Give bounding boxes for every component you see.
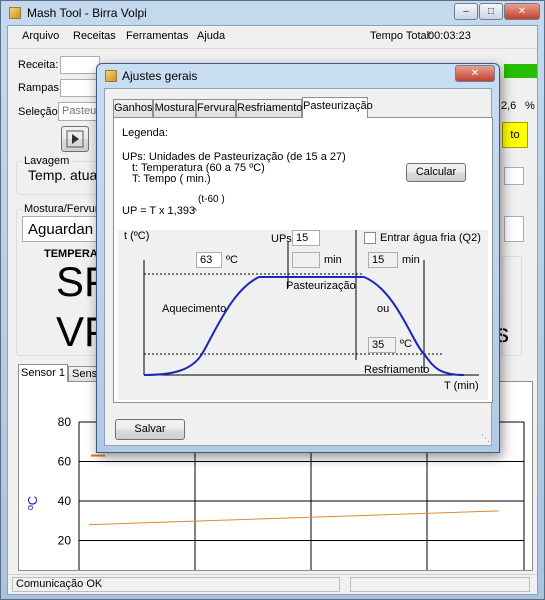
aquecimento-label: Aquecimento (162, 303, 227, 315)
percent-unit: % (525, 100, 535, 112)
tab-pasteurizacao[interactable]: Pasteurização (302, 97, 373, 118)
formula-main: UP = T x 1,393 (122, 205, 196, 217)
status-progress (350, 577, 530, 592)
tempo-total-value: 00:03:23 (428, 30, 471, 42)
resfriamento-label: Resfriamento (364, 364, 430, 376)
y-tick-label: 80 (58, 415, 72, 429)
tab-strip: Ganhos Mostura Fervura Resfriamento Past… (113, 97, 493, 118)
close-button[interactable]: ✕ (504, 3, 540, 20)
ou-label: ou (377, 303, 390, 315)
hold-temp-unit: ºC (226, 254, 238, 266)
cold-temp-field[interactable]: 35 (368, 337, 396, 353)
main-title: Mash Tool - Birra Volpi (27, 6, 147, 20)
aguardando-text: Aguardan (28, 221, 94, 238)
dialog-client-area: Ganhos Mostura Fervura Resfriamento Past… (104, 88, 493, 446)
hold-temp-field[interactable]: 63 (196, 252, 222, 268)
receita-field[interactable] (60, 56, 100, 74)
tab-resfriamento[interactable]: Resfriamento (236, 99, 302, 117)
tab-sensor-1[interactable]: Sensor 1 (18, 364, 68, 382)
right-field-1[interactable] (504, 167, 524, 185)
mostura-label: Mostura/Fervura (22, 203, 107, 215)
main-titlebar: Mash Tool - Birra Volpi – □ ✕ (1, 1, 544, 25)
minimize-button[interactable]: – (454, 3, 478, 20)
maximize-button[interactable]: □ (479, 3, 503, 20)
pasteurizacao-panel: Legenda: UPs: Unidades de Pasteurização … (113, 117, 493, 403)
y-tick-label: 40 (58, 494, 72, 508)
app-icon (9, 7, 21, 19)
cold-temp-unit: ºC (400, 338, 412, 350)
selecao-label: Seleção: (18, 106, 61, 118)
temp-atual-text: Temp. atua (28, 167, 98, 183)
tab-fervura[interactable]: Fervura (196, 99, 236, 117)
status-text: Comunicação OK (12, 577, 340, 592)
x-axis-label: T (min) (444, 380, 479, 392)
menu-ferramentas[interactable]: Ferramentas (126, 30, 188, 42)
cold-min-field[interactable]: 15 (368, 252, 398, 268)
calcular-button[interactable]: Calcular (406, 163, 466, 182)
menu-ajuda[interactable]: Ajuda (197, 30, 225, 42)
menu-arquivo[interactable]: Arquivo (22, 30, 59, 42)
rampas-field[interactable] (60, 79, 100, 97)
settings-dialog: Ajustes gerais ✕ Ganhos Mostura Fervura … (96, 63, 500, 453)
cold-water-checkbox[interactable] (364, 232, 376, 244)
cold-min-unit: min (402, 254, 420, 266)
pasteurizacao-label: Pasteurização (286, 280, 356, 292)
hold-min-unit: min (324, 254, 342, 266)
dialog-icon (105, 70, 117, 82)
yellow-action-button[interactable]: to (502, 122, 528, 148)
selecao-field[interactable]: Pasteuri (58, 102, 100, 121)
percent-value: 2,6 (501, 100, 517, 112)
salvar-button[interactable]: Salvar (115, 419, 185, 440)
status-bar: Comunicação OK (8, 574, 537, 594)
receita-label: Receita: (18, 59, 59, 71)
lavagem-label: Lavagem (22, 155, 72, 167)
dialog-close-button[interactable]: ✕ (455, 65, 495, 82)
y-tick-label: 20 (58, 534, 72, 548)
cold-water-label: Entrar água fria (Q2) (380, 232, 481, 244)
T-legend: T: Tempo ( min.) (132, 173, 211, 185)
play-button[interactable] (61, 126, 89, 152)
right-field-2[interactable] (504, 216, 524, 242)
play-icon (66, 130, 84, 148)
resize-grip-icon[interactable]: ⋱ (481, 433, 491, 443)
hold-min-field[interactable] (292, 252, 320, 268)
menu-divider (8, 48, 537, 49)
y-tick-label: 60 (58, 455, 72, 469)
y-axis-label: t (ºC) (124, 230, 150, 242)
tempo-total-label: Tempo Total: (370, 30, 433, 42)
y-axis-label: ºC (25, 496, 40, 510)
tab-mostura[interactable]: Mostura (153, 99, 196, 117)
formula-exponent: (t-60 ) (198, 194, 225, 205)
menu-receitas[interactable]: Receitas (73, 30, 116, 42)
right-panel-edge (502, 256, 522, 356)
legenda-label: Legenda: (122, 127, 168, 139)
formula-hat: ^ (193, 207, 197, 216)
tab-ganhos[interactable]: Ganhos (113, 99, 153, 117)
menu-bar: Arquivo Receitas Ferramentas Ajuda Tempo… (8, 26, 537, 48)
ups-field[interactable]: 15 (292, 230, 320, 246)
green-status-bar (504, 64, 537, 78)
rampas-label: Rampas: (18, 82, 63, 94)
series-line-sensor (88, 510, 500, 526)
dialog-title: Ajustes gerais (122, 69, 198, 83)
